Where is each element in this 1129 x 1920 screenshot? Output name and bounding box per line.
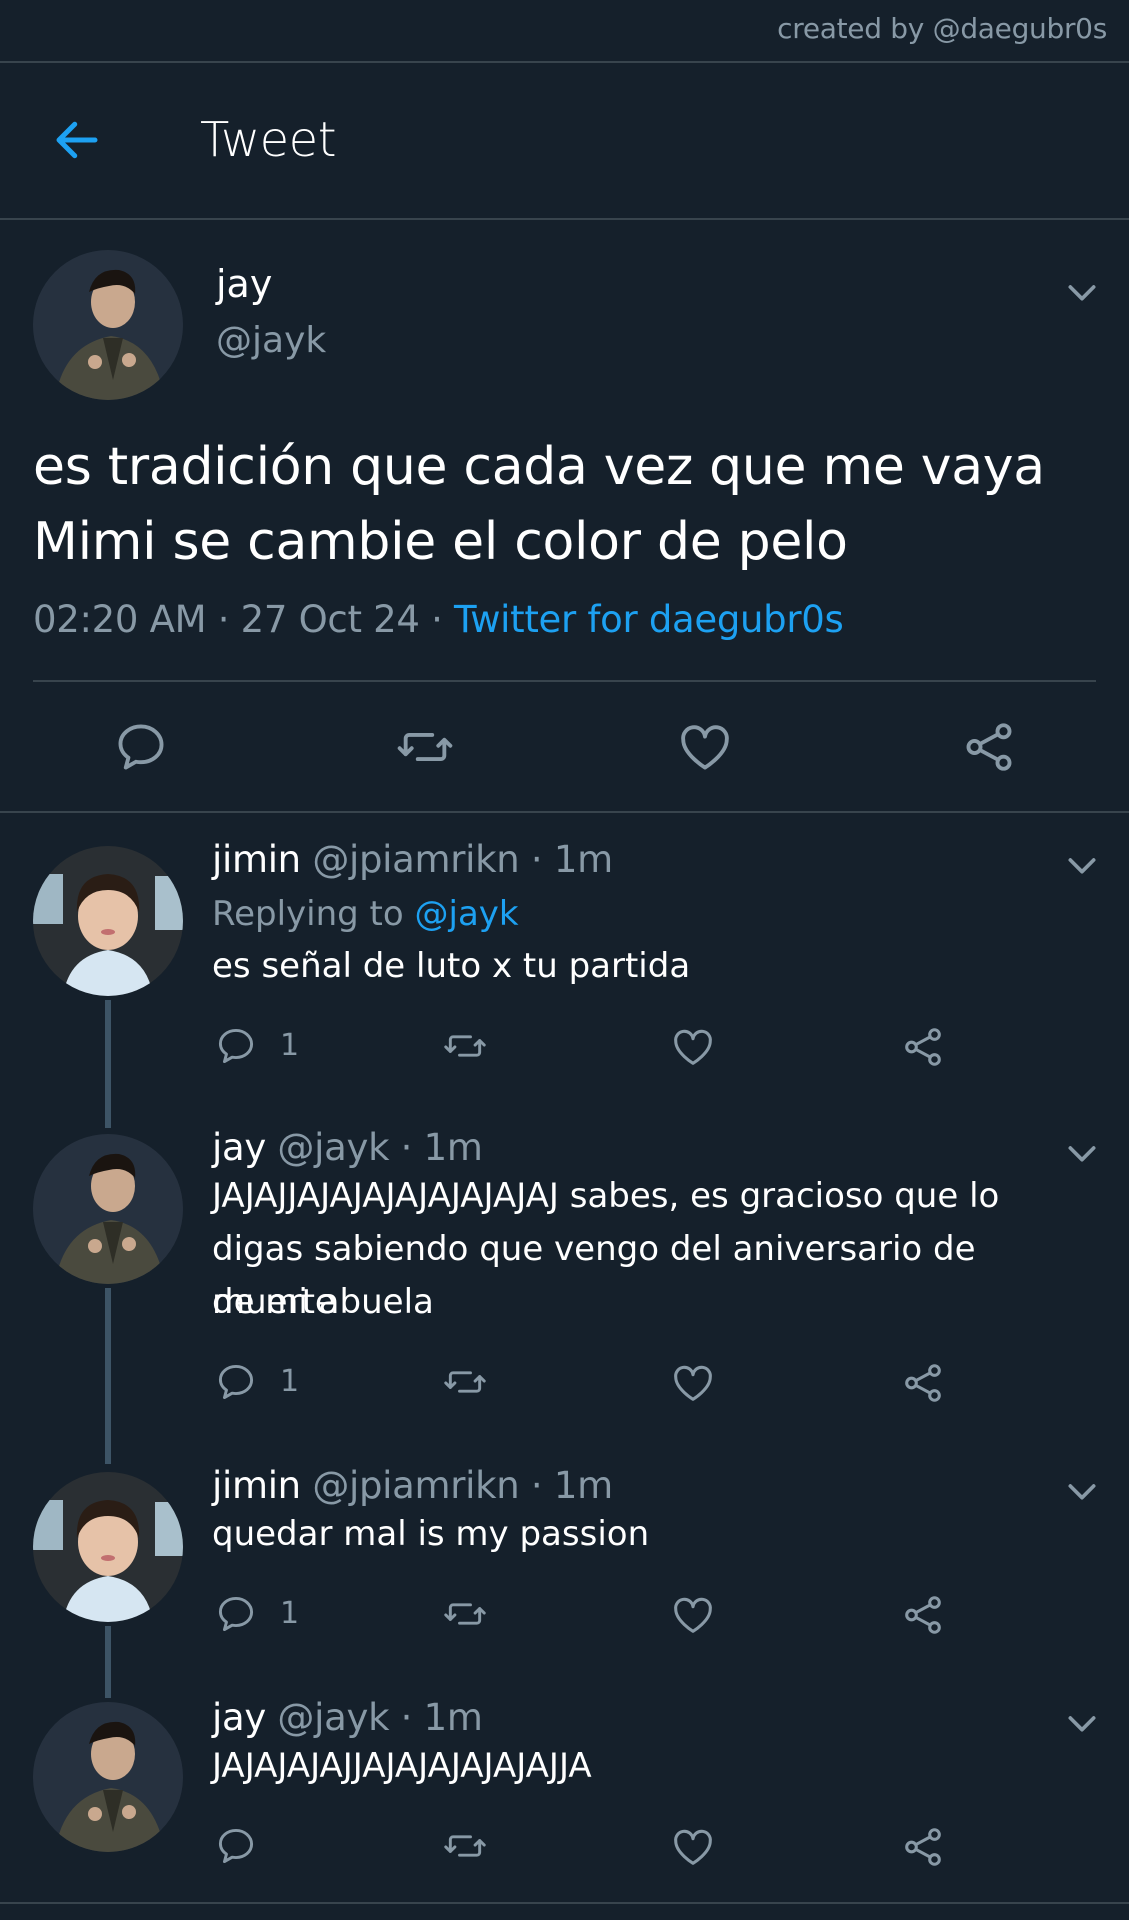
meta-separator: · bbox=[431, 598, 443, 641]
meta-separator: · bbox=[217, 598, 230, 641]
like-icon[interactable] bbox=[676, 718, 734, 776]
reply-count: 1 bbox=[280, 1596, 300, 1631]
reply-time: 1m bbox=[423, 1126, 483, 1169]
avatar-image bbox=[33, 1134, 183, 1284]
chevron-down-icon[interactable] bbox=[1062, 1133, 1102, 1173]
thread-line bbox=[105, 1288, 111, 1464]
reply-icon[interactable] bbox=[214, 1592, 258, 1636]
reply-text-line: de mi abuela bbox=[212, 1282, 434, 1322]
thread-line bbox=[105, 1000, 111, 1128]
divider bbox=[33, 680, 1096, 682]
meta-separator: · bbox=[530, 1464, 543, 1507]
divider bbox=[0, 61, 1129, 63]
reply-icon[interactable] bbox=[214, 1024, 258, 1068]
tweet-source[interactable]: Twitter for daegubr0s bbox=[454, 598, 844, 641]
meta-separator: · bbox=[400, 1696, 413, 1739]
creator-credit: created by @daegubr0s bbox=[777, 12, 1107, 45]
share-icon[interactable] bbox=[900, 1024, 946, 1070]
chevron-down-icon[interactable] bbox=[1062, 1703, 1102, 1743]
reply-author-handle[interactable]: @jpiamrikn bbox=[312, 838, 519, 881]
divider bbox=[0, 1902, 1129, 1904]
reply-author-name[interactable]: jay bbox=[212, 1126, 266, 1169]
reply-icon[interactable] bbox=[214, 1824, 258, 1868]
reply-header: jay @jayk · 1m bbox=[212, 1126, 483, 1169]
reply-count: 1 bbox=[280, 1364, 300, 1399]
tweet-author-handle[interactable]: @jayk bbox=[216, 320, 326, 361]
chevron-down-icon[interactable] bbox=[1062, 845, 1102, 885]
reply-author-handle[interactable]: @jpiamrikn bbox=[312, 1464, 519, 1507]
page-title: Tweet bbox=[200, 112, 337, 168]
like-icon[interactable] bbox=[670, 1824, 716, 1870]
tweet-author-name[interactable]: jay bbox=[216, 262, 272, 306]
avatar-jay[interactable] bbox=[33, 1702, 183, 1852]
retweet-icon[interactable] bbox=[440, 1824, 490, 1868]
retweet-icon[interactable] bbox=[440, 1360, 490, 1404]
avatar-jay[interactable] bbox=[33, 1134, 183, 1284]
thread-line bbox=[105, 1626, 111, 1698]
avatar-jimin[interactable] bbox=[33, 1472, 183, 1622]
tweet-time: 02:20 AM bbox=[33, 598, 207, 641]
reply-author-name[interactable]: jimin bbox=[212, 1464, 301, 1507]
tweet-meta: 02:20 AM · 27 Oct 24 · Twitter for daegu… bbox=[33, 598, 844, 641]
share-icon[interactable] bbox=[960, 718, 1018, 776]
retweet-icon[interactable] bbox=[440, 1024, 490, 1068]
meta-separator: · bbox=[530, 838, 543, 881]
reply-header: jimin @jpiamrikn · 1m bbox=[212, 1464, 613, 1507]
avatar-image bbox=[33, 846, 183, 996]
share-icon[interactable] bbox=[900, 1824, 946, 1870]
share-icon[interactable] bbox=[900, 1592, 946, 1638]
divider bbox=[0, 811, 1129, 813]
divider bbox=[0, 218, 1129, 220]
avatar-jay[interactable] bbox=[33, 250, 183, 400]
like-icon[interactable] bbox=[670, 1592, 716, 1638]
reply-header: jimin @jpiamrikn · 1m bbox=[212, 838, 613, 881]
reply-author-name[interactable]: jimin bbox=[212, 838, 301, 881]
reply-icon[interactable] bbox=[214, 1360, 258, 1404]
reply-author-handle[interactable]: @jayk bbox=[277, 1126, 389, 1169]
retweet-icon[interactable] bbox=[394, 718, 456, 776]
avatar-image bbox=[33, 1702, 183, 1852]
reply-time: 1m bbox=[423, 1696, 483, 1739]
avatar-image bbox=[33, 250, 183, 400]
reply-text: JAJAJAJAJJAJAJAJAJAJAJJA bbox=[212, 1746, 592, 1786]
meta-separator: · bbox=[400, 1126, 413, 1169]
reply-time: 1m bbox=[553, 1464, 613, 1507]
reply-header: jay @jayk · 1m bbox=[212, 1696, 483, 1739]
reply-text: quedar mal is my passion bbox=[212, 1514, 650, 1554]
reply-time: 1m bbox=[553, 838, 613, 881]
tweet-date: 27 Oct 24 bbox=[240, 598, 420, 641]
like-icon[interactable] bbox=[670, 1360, 716, 1406]
like-icon[interactable] bbox=[670, 1024, 716, 1070]
replying-to-label: Replying to bbox=[212, 894, 404, 934]
chevron-down-icon[interactable] bbox=[1062, 1471, 1102, 1511]
chevron-down-icon[interactable] bbox=[1062, 272, 1102, 312]
retweet-icon[interactable] bbox=[440, 1592, 490, 1636]
avatar-jimin[interactable] bbox=[33, 846, 183, 996]
back-arrow-icon[interactable] bbox=[50, 113, 104, 167]
share-icon[interactable] bbox=[900, 1360, 946, 1406]
reply-text-line: JAJAJJAJAJAJAJAJAJAJAJ sabes, es gracios… bbox=[212, 1176, 1000, 1216]
reply-author-handle[interactable]: @jayk bbox=[277, 1696, 389, 1739]
reply-text: es señal de luto x tu partida bbox=[212, 946, 691, 986]
reply-author-name[interactable]: jay bbox=[212, 1696, 266, 1739]
tweet-text: es tradición que cada vez que me vaya Mi… bbox=[33, 437, 1045, 572]
replying-to: Replying to @jayk bbox=[212, 888, 1092, 941]
avatar-image bbox=[33, 1472, 183, 1622]
replying-to-mention[interactable]: @jayk bbox=[415, 894, 519, 934]
reply-icon[interactable] bbox=[112, 718, 170, 776]
reply-count: 1 bbox=[280, 1028, 300, 1063]
